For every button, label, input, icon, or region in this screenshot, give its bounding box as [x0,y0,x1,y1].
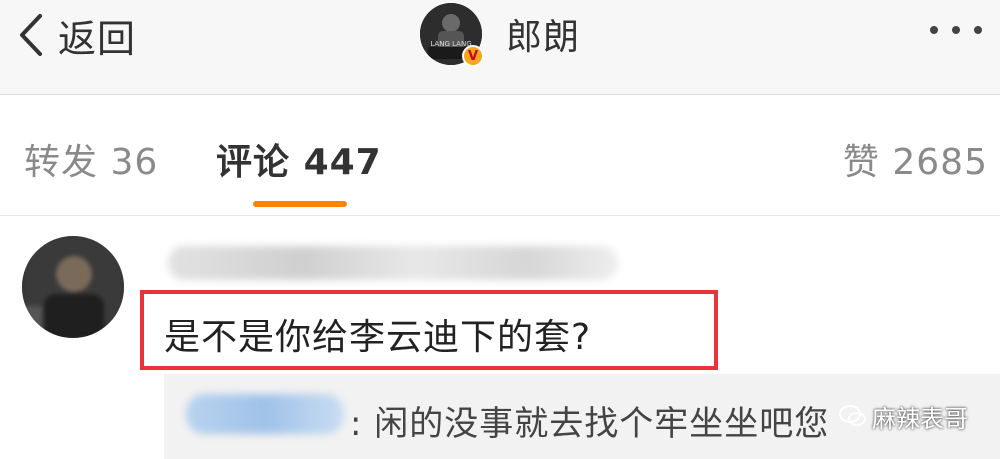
comment-item: 是不是你给李云迪下的套? : 闲的没事就去找个牢坐坐吧您 麻辣表哥 [0,216,1000,459]
tab-likes[interactable]: 赞 2685 [843,133,988,185]
comment-highlight-box: 是不是你给李云迪下的套? [140,290,718,370]
watermark-text: 麻辣表哥 [872,404,968,433]
profile-header[interactable]: LANG LANG V 郎朗 [420,3,581,67]
tab-comments-count: 447 [303,142,382,183]
profile-name: 郎朗 [506,17,581,58]
reply-text: : 闲的没事就去找个牢坐坐吧您 [350,404,830,444]
watermark: 麻辣表哥 [838,396,968,436]
more-options-icon[interactable] [930,26,982,34]
wechat-icon [839,405,866,426]
tab-comments[interactable]: 评论 447 [216,133,382,185]
back-label: 返回 [58,16,137,61]
comment-text: 是不是你给李云迪下的套? [164,317,592,358]
tab-likes-label: 赞 [842,142,880,183]
tab-bar: 转发 36 评论 447 赞 2685 [0,95,1000,216]
chevron-left-icon [20,14,42,56]
verified-badge-icon: V [462,45,484,67]
avatar[interactable]: LANG LANG V [420,3,484,67]
navigation-bar: 返回 LANG LANG V 郎朗 [0,0,1000,95]
tab-reposts-label: 转发 [24,142,99,183]
commenter-avatar[interactable] [22,236,124,338]
tab-reposts-count: 36 [110,142,159,183]
commenter-name-redacted[interactable] [168,246,618,280]
tab-reposts[interactable]: 转发 36 [24,133,158,185]
tab-comments-label: 评论 [216,142,291,183]
active-tab-indicator [253,201,347,207]
tab-likes-count: 2685 [892,142,988,183]
reply-author-redacted[interactable] [186,394,344,434]
back-button[interactable]: 返回 [18,10,137,61]
